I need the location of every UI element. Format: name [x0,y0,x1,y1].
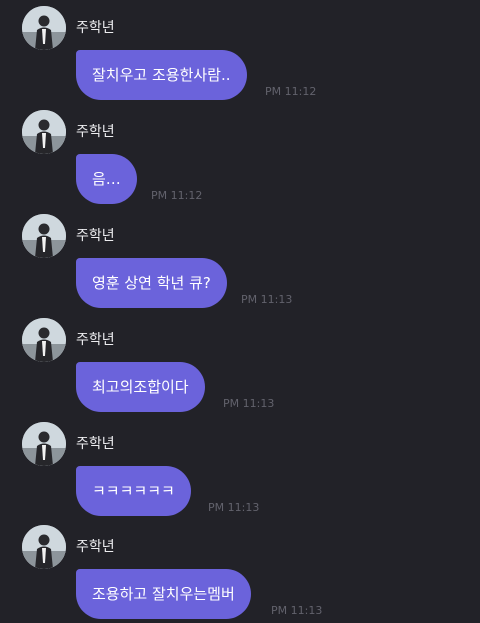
message-item: 주학년 ㅋㅋㅋㅋㅋㅋ PM 11:13 [0,416,480,520]
message-bubble[interactable]: 조용하고 잘치우는멤버 [76,569,251,619]
message-bubble[interactable]: ㅋㅋㅋㅋㅋㅋ [76,466,191,516]
message-item: 주학년 최고의조합이다 PM 11:13 [0,312,480,416]
sender-avatar[interactable] [22,525,66,569]
sender-avatar[interactable] [22,318,66,362]
message-time: PM 11:13 [271,604,323,617]
sender-name: 주학년 [76,124,115,140]
chat-message-list[interactable]: 주학년 잘치우고 조용한사람.. PM 11:12 주학년 음… PM 11:1… [0,0,480,623]
sender-avatar[interactable] [22,6,66,50]
message-time: PM 11:13 [208,501,260,514]
sender-name: 주학년 [76,20,115,36]
message-time: PM 11:13 [223,397,275,410]
sender-avatar[interactable] [22,110,66,154]
message-bubble[interactable]: 영훈 상연 학년 큐? [76,258,227,308]
message-time: PM 11:12 [151,189,203,202]
avatar-photo-icon [22,110,66,154]
sender-name: 주학년 [76,332,115,348]
message-item: 주학년 음… PM 11:12 [0,104,480,208]
message-time: PM 11:12 [265,85,317,98]
sender-name: 주학년 [76,436,115,452]
message-bubble[interactable]: 최고의조합이다 [76,362,205,412]
message-bubble[interactable]: 음… [76,154,137,204]
message-time: PM 11:13 [241,293,293,306]
avatar-photo-icon [22,422,66,466]
sender-avatar[interactable] [22,422,66,466]
sender-avatar[interactable] [22,214,66,258]
avatar-photo-icon [22,6,66,50]
sender-name: 주학년 [76,539,115,555]
message-item: 주학년 영훈 상연 학년 큐? PM 11:13 [0,208,480,312]
message-item: 주학년 잘치우고 조용한사람.. PM 11:12 [0,0,480,104]
avatar-photo-icon [22,525,66,569]
sender-name: 주학년 [76,228,115,244]
message-bubble[interactable]: 잘치우고 조용한사람.. [76,50,247,100]
avatar-photo-icon [22,318,66,362]
message-item: 주학년 조용하고 잘치우는멤버 PM 11:13 [0,519,480,623]
avatar-photo-icon [22,214,66,258]
